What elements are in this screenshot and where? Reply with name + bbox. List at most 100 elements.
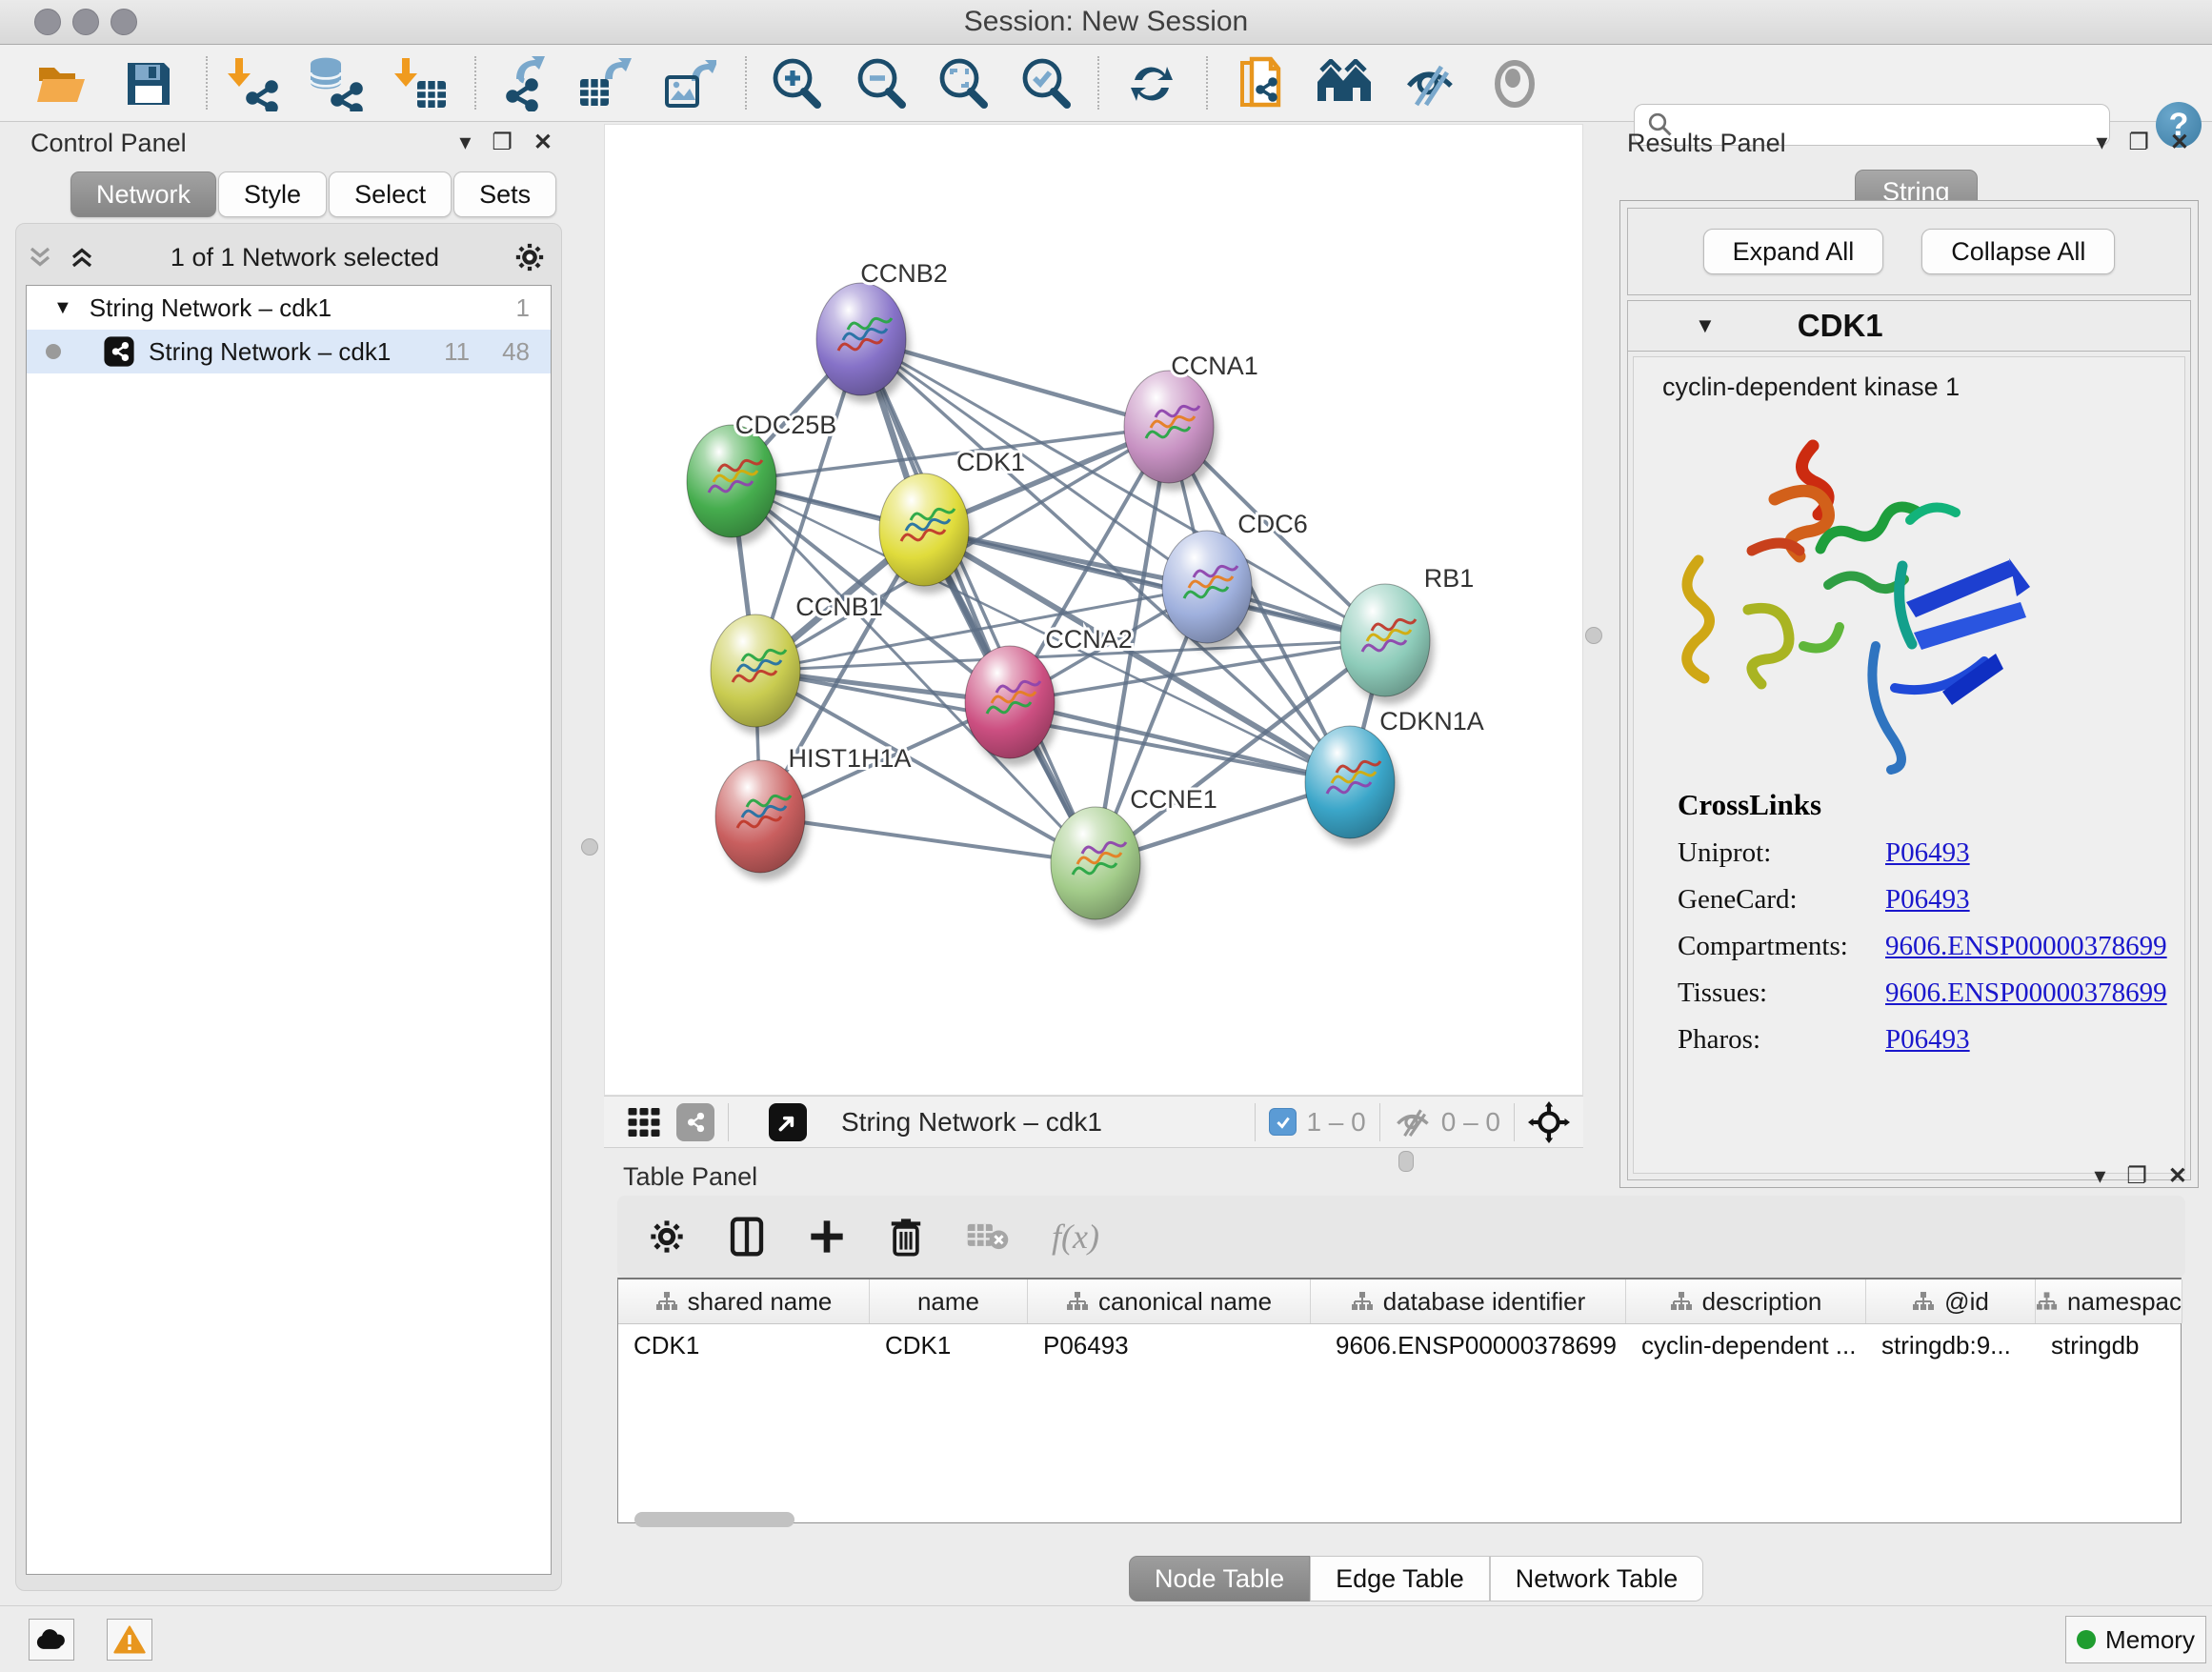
node-label-CDC6: CDC6 [1237,510,1308,538]
network-collection-row[interactable]: ▼ String Network – cdk1 1 [27,286,551,330]
create-column-icon[interactable] [808,1218,846,1256]
column-header-@id[interactable]: @id [1866,1279,2036,1323]
birds-eye-view-icon[interactable] [769,1103,807,1141]
left-splitter-handle[interactable] [581,838,598,856]
zoom-out-icon[interactable] [851,54,912,113]
panel-close-icon[interactable]: ✕ [2168,1165,2187,1188]
collapse-all-icon[interactable] [26,243,54,272]
zoom-fit-icon[interactable] [933,54,994,113]
network-edge-HIST1H1A-CCNE1[interactable] [760,816,1096,863]
panel-close-icon[interactable]: ✕ [2170,131,2189,154]
panel-float-icon[interactable]: ❐ [492,131,513,154]
import-network-from-database-icon[interactable] [305,54,366,113]
column-header-shared-name[interactable]: shared name [618,1279,870,1323]
table-cell[interactable]: cyclin-dependent ... [1626,1324,1866,1366]
table-cell[interactable]: CDK1 [618,1324,870,1366]
collection-count: 1 [516,293,530,323]
node-label-CDK1: CDK1 [956,448,1025,476]
column-header-database-identifier[interactable]: database identifier [1311,1279,1626,1323]
column-header-name[interactable]: name [870,1279,1028,1323]
gear-icon[interactable] [513,241,546,273]
crosslink-link[interactable]: 9606.ENSP00000378699 [1885,977,2167,1009]
collapse-triangle-icon[interactable]: ▼ [53,297,72,319]
right-splitter-handle[interactable] [1585,627,1602,644]
export-image-icon[interactable] [658,54,719,113]
expand-all-button[interactable]: Expand All [1703,229,1884,274]
tab-sets[interactable]: Sets [453,171,556,217]
cloud-icon[interactable] [29,1619,74,1661]
hide-selected-icon[interactable] [1399,54,1460,113]
table-cell[interactable]: stringdb:9... [1866,1324,2036,1366]
panel-menu-icon[interactable]: ▾ [2096,131,2107,154]
selected-count: 1 – 0 [1306,1107,1365,1138]
delete-table-icon[interactable] [966,1219,1010,1254]
delete-column-icon[interactable] [888,1216,924,1258]
column-header-canonical-name[interactable]: canonical name [1028,1279,1311,1323]
zoom-window-icon[interactable] [111,9,137,35]
save-session-icon[interactable] [118,54,179,113]
grid-view-icon[interactable] [625,1103,663,1141]
tab-select[interactable]: Select [329,171,452,217]
table-cell[interactable]: CDK1 [870,1324,1028,1366]
zoom-in-icon[interactable] [766,54,827,113]
crosslink-link[interactable]: P06493 [1885,837,1970,869]
column-header-description[interactable]: description [1626,1279,1866,1323]
crosslink-label: Compartments: [1678,931,1885,962]
control-panel: Control Panel ▾ ❐ ✕ Network Style Select… [10,124,566,1595]
export-table-icon[interactable] [573,54,634,113]
string-home-icon[interactable] [1314,54,1375,113]
table-row[interactable]: CDK1CDK1P064939606.ENSP00000378699cyclin… [618,1324,2181,1366]
open-session-icon[interactable] [32,54,93,113]
network-canvas[interactable]: CCNB2CCNA1CDC25BCDK1CDC6RB1CCNB1CCNA2CDK… [604,124,1583,1096]
minimize-window-icon[interactable] [72,9,99,35]
warning-icon[interactable] [107,1619,152,1661]
table-cell[interactable]: stringdb [2036,1324,2182,1366]
column-header-namespac[interactable]: namespac [2036,1279,2182,1323]
gene-section-header[interactable]: ▼ CDK1 [1628,301,2190,352]
zoom-selected-icon[interactable] [1016,54,1076,113]
import-table-from-file-icon[interactable] [392,54,452,113]
crosslink-link[interactable]: P06493 [1885,1024,1970,1056]
function-builder-icon[interactable]: f(x) [1052,1217,1099,1257]
show-columns-icon[interactable] [728,1216,766,1258]
toolbar-separator [1379,1103,1380,1141]
tab-style[interactable]: Style [218,171,327,217]
table-horizontal-scrollbar[interactable] [634,1512,794,1527]
table-cell[interactable]: 9606.ENSP00000378699 [1311,1324,1626,1366]
show-all-icon[interactable] [1484,54,1545,113]
apply-preferred-layout-icon[interactable] [1121,54,1182,113]
crosslink-link[interactable]: P06493 [1885,884,1970,916]
close-window-icon[interactable] [34,9,61,35]
collapse-triangle-icon[interactable]: ▼ [1695,313,1716,338]
memory-button[interactable]: Memory [2065,1616,2206,1663]
table-cell[interactable]: P06493 [1028,1324,1311,1366]
pan-crosshair-icon[interactable] [1528,1101,1570,1143]
status-bar: Memory [0,1605,2212,1672]
column-label: canonical name [1098,1287,1272,1317]
tab-network-table[interactable]: Network Table [1490,1556,1704,1601]
tab-edge-table[interactable]: Edge Table [1310,1556,1490,1601]
panel-menu-icon[interactable]: ▾ [2094,1165,2105,1188]
panel-close-icon[interactable]: ✕ [533,131,553,154]
panel-menu-icon[interactable]: ▾ [459,131,471,154]
panel-float-icon[interactable]: ❐ [2126,1165,2147,1188]
toolbar-separator [474,56,476,110]
toolbar-separator [745,56,747,110]
crosslink-link[interactable]: 9606.ENSP00000378699 [1885,931,2167,962]
tab-network[interactable]: Network [70,171,216,217]
export-network-icon[interactable] [494,54,555,113]
hidden-count: 0 – 0 [1441,1107,1500,1138]
expand-all-icon[interactable] [68,243,96,272]
tab-node-table[interactable]: Node Table [1129,1556,1310,1601]
table-settings-gear-icon[interactable] [648,1218,686,1256]
network-row[interactable]: String Network – cdk1 11 48 [27,330,551,373]
import-network-from-file-icon[interactable] [225,54,286,113]
selected-checkbox-icon[interactable] [1269,1108,1297,1136]
toolbar-separator [1514,1103,1515,1141]
panel-float-icon[interactable]: ❐ [2128,131,2149,154]
crosslink-label: Uniprot: [1678,837,1885,869]
collapse-all-button[interactable]: Collapse All [1921,229,2115,274]
node-label-CDKN1A: CDKN1A [1379,707,1484,735]
share-network-icon[interactable] [676,1103,714,1141]
import-string-network-icon[interactable] [1233,54,1294,113]
